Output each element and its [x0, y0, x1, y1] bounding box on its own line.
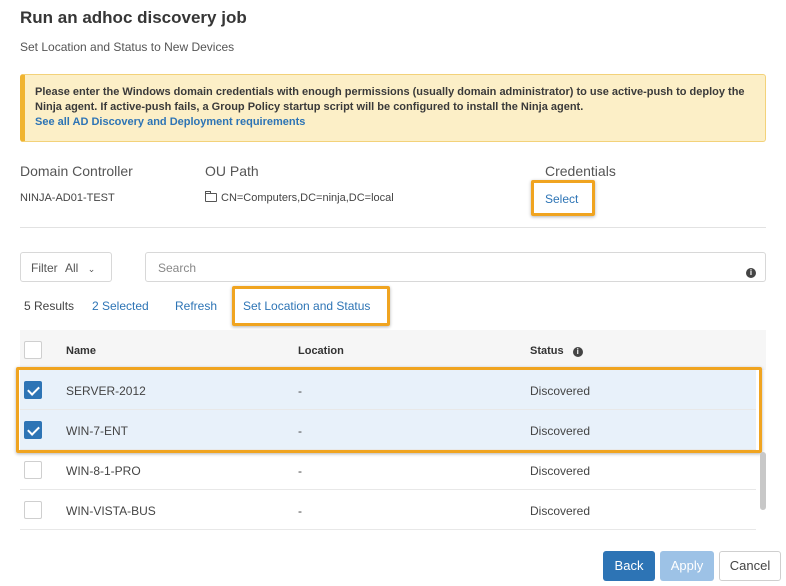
- refresh-link[interactable]: Refresh: [175, 299, 217, 313]
- set-location-status-link[interactable]: Set Location and Status: [243, 299, 370, 313]
- search-info-icon[interactable]: i: [746, 262, 756, 280]
- credentials-select-link[interactable]: Select: [545, 192, 578, 206]
- table-row[interactable]: WIN-VISTA-BUS - Discovered: [20, 490, 756, 530]
- results-count: 5 Results: [24, 299, 75, 313]
- page-title: Run an adhoc discovery job: [20, 8, 247, 27]
- section-divider: [20, 227, 766, 228]
- column-name: Name: [66, 345, 96, 357]
- page-subtitle: Set Location and Status to New Devices: [20, 40, 235, 54]
- row-checkbox[interactable]: [24, 461, 42, 479]
- row-name: WIN-VISTA-BUS: [66, 504, 156, 518]
- filter-value: All: [65, 261, 79, 275]
- selected-rows-highlight: [16, 367, 762, 453]
- column-status-label: Status: [530, 345, 564, 357]
- row-status: Discovered: [530, 464, 591, 478]
- column-status: Status i: [530, 345, 583, 357]
- folder-icon: [205, 191, 217, 202]
- chevron-down-icon: ⌄: [87, 264, 96, 274]
- ou-path-text: CN=Computers,DC=ninja,DC=local: [221, 192, 394, 204]
- row-status: Discovered: [530, 504, 591, 518]
- table-header: [20, 330, 766, 370]
- domain-controller-label: Domain Controller: [20, 163, 133, 179]
- column-location: Location: [298, 345, 344, 357]
- ou-path-label: OU Path: [205, 163, 259, 179]
- ou-path-value: CN=Computers,DC=ninja,DC=local: [205, 191, 394, 204]
- apply-button[interactable]: Apply: [660, 551, 714, 581]
- row-location: -: [298, 504, 302, 518]
- select-all-checkbox[interactable]: [24, 341, 42, 359]
- cancel-button[interactable]: Cancel: [719, 551, 781, 581]
- status-info-icon[interactable]: i: [572, 347, 583, 357]
- table-scrollbar[interactable]: [760, 452, 766, 510]
- filter-dropdown[interactable]: Filter All ⌄: [20, 252, 112, 282]
- credentials-label: Credentials: [545, 163, 616, 179]
- back-button[interactable]: Back: [603, 551, 655, 581]
- row-location: -: [298, 464, 302, 478]
- row-checkbox[interactable]: [24, 501, 42, 519]
- search-placeholder: Search: [158, 261, 197, 275]
- table-row[interactable]: WIN-8-1-PRO - Discovered: [20, 450, 756, 490]
- domain-controller-value: NINJA-AD01-TEST: [20, 192, 115, 204]
- requirements-link[interactable]: See all AD Discovery and Deployment requ…: [35, 116, 305, 128]
- row-name: WIN-8-1-PRO: [66, 464, 141, 478]
- filter-label: Filter: [31, 261, 58, 275]
- alert-text: Please enter the Windows domain credenti…: [35, 86, 745, 113]
- selected-count-link[interactable]: 2 Selected: [92, 299, 149, 313]
- search-input[interactable]: Search: [145, 252, 766, 282]
- permissions-alert: Please enter the Windows domain credenti…: [20, 74, 766, 142]
